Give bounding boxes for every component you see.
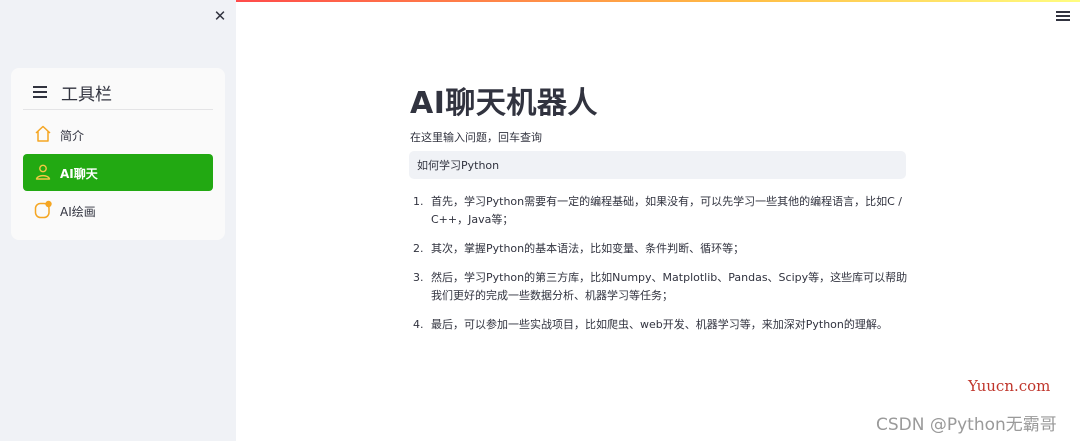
list-number: 2. (413, 242, 424, 255)
menu-item-label: 简介 (60, 129, 85, 143)
menu-item-ai-painting[interactable]: AI绘画 (23, 192, 213, 229)
menu-item-intro[interactable]: 简介 (23, 116, 213, 153)
watermark-csdn: CSDN @Python无霸哥 (876, 415, 1057, 435)
list-text: 首先，学习Python需要有一定的编程基础，如果没有，可以先学习一些其他的编程语… (431, 195, 903, 226)
close-icon[interactable]: ✕ (211, 7, 229, 25)
list-number: 1. (413, 195, 424, 208)
top-decoration (236, 0, 1080, 2)
list-item: 4. 最后，可以参加一些实战项目，比如爬虫、web开发、机器学习等，来加深对Py… (410, 316, 908, 334)
watermark-yuucn: Yuucn.com (968, 377, 1051, 395)
list-text: 其次，掌握Python的基本语法，比如变量、条件判断、循环等； (431, 242, 745, 255)
list-number: 3. (413, 271, 424, 284)
option-menu: 工具栏 简介 AI聊天 AI绘画 (11, 68, 225, 240)
question-input[interactable] (409, 151, 906, 179)
menu-item-ai-chat[interactable]: AI聊天 (23, 154, 213, 191)
list-item: 1. 首先，学习Python需要有一定的编程基础，如果没有，可以先学习一些其他的… (410, 193, 908, 229)
list-text: 然后，学习Python的第三方库，比如Numpy、Matplotlib、Pand… (431, 271, 908, 302)
list-item: 3. 然后，学习Python的第三方库，比如Numpy、Matplotlib、P… (410, 269, 908, 305)
person-icon (33, 162, 53, 182)
hamburger-menu-icon[interactable] (1056, 11, 1070, 23)
page-title: AI聊天机器人 (410, 86, 598, 121)
list-number: 4. (413, 318, 424, 331)
palette-icon (33, 200, 53, 220)
list-item: 2. 其次，掌握Python的基本语法，比如变量、条件判断、循环等； (410, 240, 908, 258)
menu-header: 工具栏 (23, 78, 213, 110)
house-icon (33, 124, 53, 144)
answer-list: 1. 首先，学习Python需要有一定的编程基础，如果没有，可以先学习一些其他的… (410, 193, 908, 345)
menu-icon (33, 86, 47, 98)
list-text: 最后，可以参加一些实战项目，比如爬虫、web开发、机器学习等，来加深对Pytho… (431, 318, 888, 331)
menu-title: 工具栏 (61, 85, 112, 105)
menu-item-label: AI绘画 (60, 205, 96, 219)
menu-item-label: AI聊天 (60, 167, 98, 181)
sidebar: ✕ 工具栏 简介 AI聊天 AI绘画 (0, 0, 236, 441)
input-label: 在这里输入问题，回车查询 (410, 131, 542, 144)
